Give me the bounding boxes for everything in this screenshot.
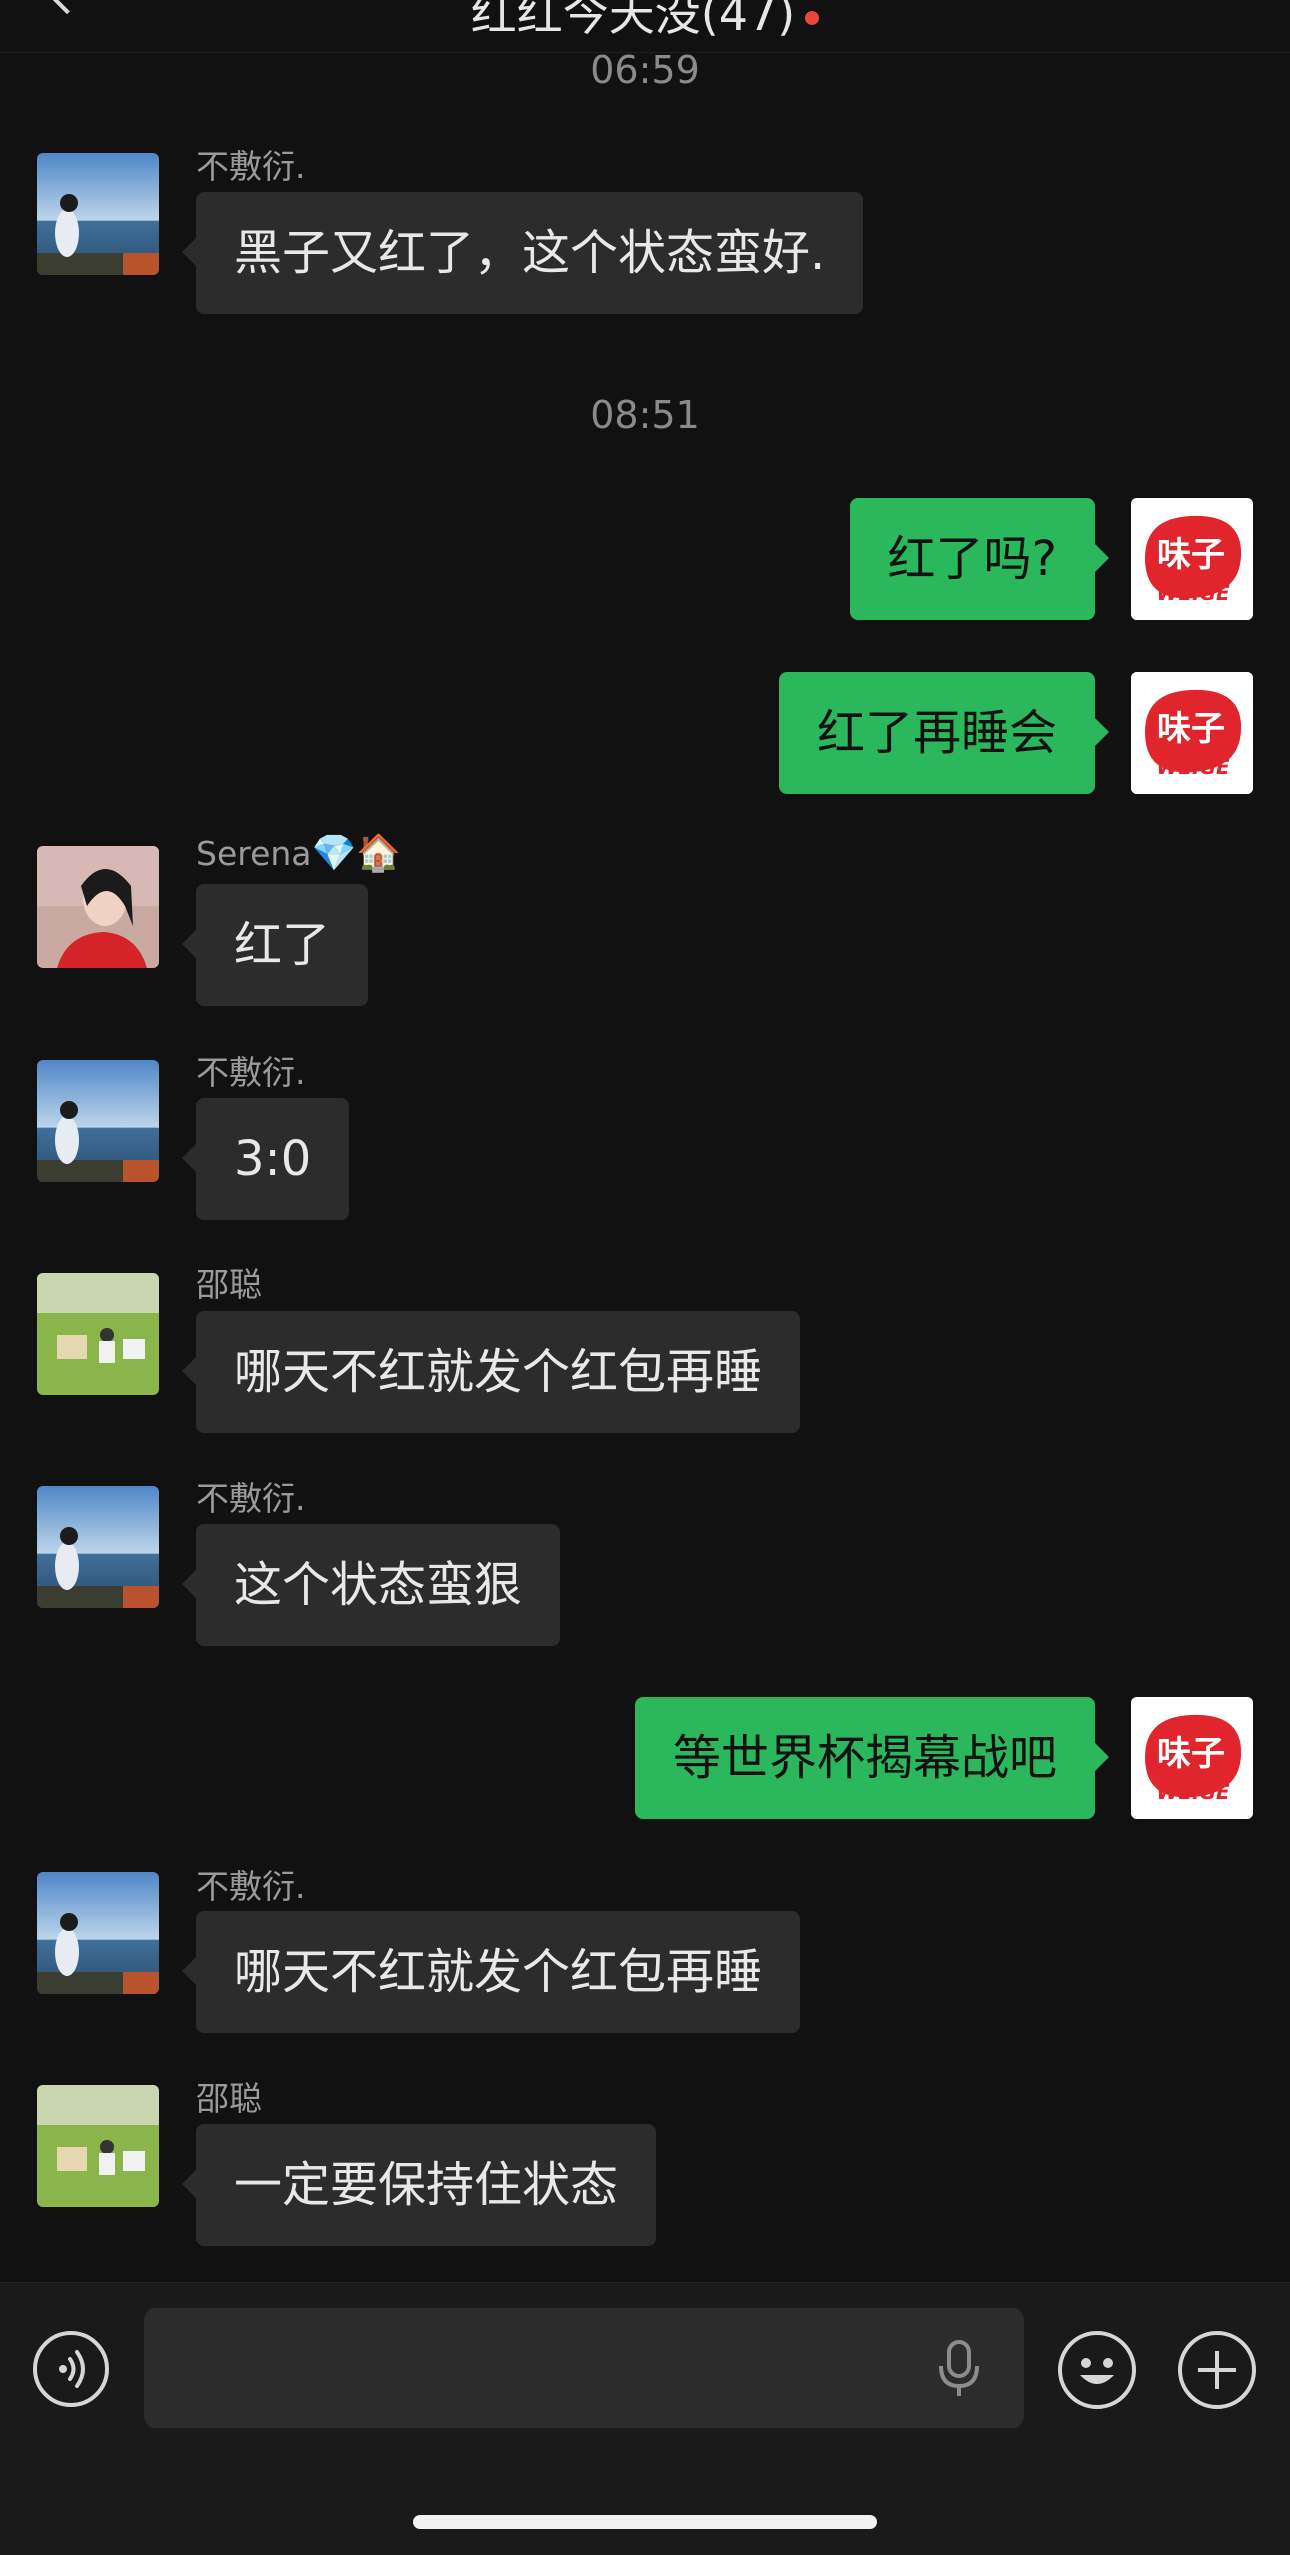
emoji-icon-glyph <box>1080 2358 1114 2384</box>
sender-name: 不敷衍. <box>196 1867 306 1906</box>
unread-dot <box>805 10 820 25</box>
sender-name: 不敷衍. <box>196 1479 306 1518</box>
weige-logo-icon: 味子 WEIGE <box>1131 498 1253 620</box>
message-input[interactable] <box>144 2308 1024 2428</box>
weige-logo-icon: 味子 WEIGE <box>1131 672 1253 794</box>
avatar-sea-image <box>37 1486 159 1608</box>
svg-text:味子: 味子 <box>1157 1734 1225 1774</box>
my-avatar[interactable]: 味子 WEIGE <box>1131 498 1253 620</box>
avatar-sea[interactable] <box>37 1486 159 1608</box>
emoji-icon[interactable] <box>1058 2331 1136 2409</box>
avatar-park[interactable] <box>37 2085 159 2207</box>
voice-icon-glyph <box>59 2350 85 2388</box>
chat-title-text: 红红今天没(47) <box>470 0 796 41</box>
message-bubble-out[interactable]: 红了吗? <box>849 498 1110 620</box>
avatar-sea[interactable] <box>37 1872 159 1994</box>
avatar-sea[interactable] <box>37 153 159 275</box>
message-bubble[interactable]: 这个状态蛮狠 <box>181 1524 561 1646</box>
avatar-serena-image <box>37 846 159 968</box>
timestamp: 06:59 <box>590 48 700 92</box>
home-indicator[interactable] <box>413 2515 877 2529</box>
svg-text:WEIGE: WEIGE <box>1156 581 1230 605</box>
my-avatar[interactable]: 味子 WEIGE <box>1131 1697 1253 1819</box>
svg-text:味子: 味子 <box>1157 535 1225 575</box>
sender-name: 不敷衍. <box>196 1053 306 1092</box>
plus-icon-glyph <box>1198 2351 1236 2389</box>
message-bubble[interactable]: 3:0 <box>181 1098 350 1220</box>
message-bubble[interactable]: 红了 <box>181 884 369 1006</box>
avatar-park[interactable] <box>37 1273 159 1395</box>
avatar-sea-image <box>37 1872 159 1994</box>
input-bar <box>0 2282 1290 2555</box>
sender-name: 不敷衍. <box>196 147 306 186</box>
timestamp: 08:51 <box>590 393 700 437</box>
svg-text:WEIGE: WEIGE <box>1156 755 1230 779</box>
chat-header: 红红今天没(47) <box>0 0 1290 53</box>
message-bubble-out[interactable]: 等世界杯揭幕战吧 <box>634 1697 1110 1819</box>
message-bubble[interactable]: 一定要保持住状态 <box>181 2124 657 2246</box>
message-bubble[interactable]: 哪天不红就发个红包再睡 <box>181 1311 801 1433</box>
sender-name: 邵聪 <box>196 2079 262 2118</box>
avatar-park-image <box>37 2085 159 2207</box>
avatar-sea[interactable] <box>37 1060 159 1182</box>
sender-name: 邵聪 <box>196 1265 262 1304</box>
svg-text:味子: 味子 <box>1157 709 1225 749</box>
avatar-sea-image <box>37 153 159 275</box>
message-bubble-out[interactable]: 红了再睡会 <box>778 672 1110 794</box>
my-avatar[interactable]: 味子 WEIGE <box>1131 672 1253 794</box>
message-bubble[interactable]: 哪天不红就发个红包再睡 <box>181 1911 801 2033</box>
voice-icon[interactable] <box>33 2331 109 2407</box>
avatar-park-image <box>37 1273 159 1395</box>
weige-logo-icon: 味子 WEIGE <box>1131 1697 1253 1819</box>
message-bubble[interactable]: 黑子又红了，这个状态蛮好. <box>181 192 864 314</box>
sender-badges: 💎🏠 <box>311 833 402 874</box>
chat-title: 红红今天没(47) <box>0 0 1290 44</box>
plus-icon[interactable] <box>1178 2331 1256 2409</box>
microphone-icon[interactable] <box>937 2340 981 2398</box>
avatar-sea-image <box>37 1060 159 1182</box>
sender-name: Serena💎🏠 <box>196 832 401 874</box>
sender-name-text: Serena <box>196 834 312 873</box>
svg-text:WEIGE: WEIGE <box>1156 1780 1230 1804</box>
avatar-serena[interactable] <box>37 846 159 968</box>
